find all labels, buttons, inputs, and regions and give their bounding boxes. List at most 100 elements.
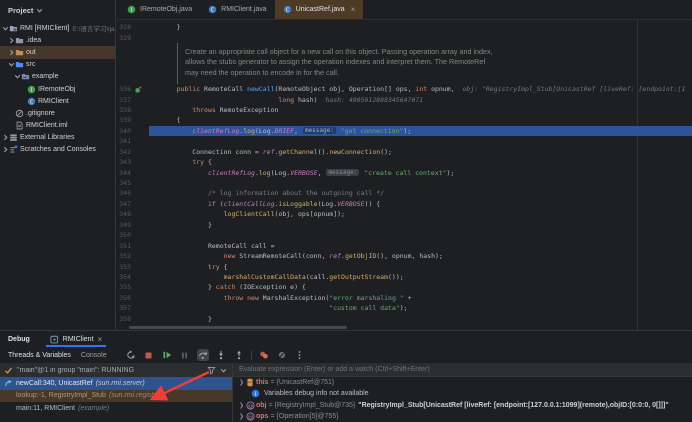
breakpoint-gutter[interactable] bbox=[131, 188, 149, 198]
line-number[interactable]: 348 bbox=[117, 210, 131, 218]
line-number[interactable]: 350 bbox=[117, 231, 131, 239]
line-number[interactable]: 357 bbox=[117, 304, 131, 312]
pause-button[interactable] bbox=[179, 349, 191, 361]
code-line-353[interactable]: 353 try { bbox=[117, 261, 692, 271]
chevron-right-icon[interactable] bbox=[8, 37, 15, 44]
line-number[interactable]: 338 bbox=[117, 106, 131, 114]
filter-icon[interactable] bbox=[207, 366, 216, 375]
variable-row-this[interactable]: ❯this={UnicastRef@751} bbox=[233, 377, 692, 388]
code-line-336[interactable]: 336 public RemoteCall newCall(RemoteObje… bbox=[117, 84, 692, 94]
breakpoint-gutter[interactable] bbox=[131, 303, 149, 313]
expand-chevron-icon[interactable]: ❯ bbox=[237, 379, 246, 386]
line-number[interactable]: 351 bbox=[117, 242, 131, 250]
line-number[interactable]: 345 bbox=[117, 179, 131, 187]
line-number[interactable]: 343 bbox=[117, 158, 131, 166]
chevron-right-icon[interactable] bbox=[2, 134, 9, 141]
code-line-340[interactable]: 340 clientRefLog.log(Log.BRIEF, message:… bbox=[117, 126, 692, 136]
code-line-341[interactable]: 341 bbox=[117, 136, 692, 146]
line-number[interactable]: 356 bbox=[117, 294, 131, 302]
code-line-358[interactable]: 358 } bbox=[117, 314, 692, 324]
breakpoint-gutter[interactable] bbox=[131, 115, 149, 125]
editor-tab-unicastref-java[interactable]: CUnicastRef.java× bbox=[275, 0, 364, 19]
line-number[interactable]: 341 bbox=[117, 137, 131, 145]
tree-item-rmiclient-iml[interactable]: RMIClient.iml bbox=[0, 120, 115, 132]
code-line-328[interactable]: 328 } bbox=[117, 22, 692, 32]
line-number[interactable]: 344 bbox=[117, 169, 131, 177]
code-line-355[interactable]: 355 } catch (IOException e) { bbox=[117, 282, 692, 292]
tree-item--gitignore[interactable]: .gitignore bbox=[0, 107, 115, 119]
line-number[interactable]: 352 bbox=[117, 252, 131, 260]
rerun-button[interactable] bbox=[125, 349, 137, 361]
debug-session-tab[interactable]: RMIClient × bbox=[44, 331, 108, 347]
frame-row-2[interactable]: main:11, RMIClient(example) bbox=[0, 402, 232, 415]
close-icon[interactable]: × bbox=[98, 335, 103, 344]
breakpoint-gutter[interactable] bbox=[131, 209, 149, 219]
code-line-344[interactable]: 344 clientRefLog.log(Log.VERBOSE, messag… bbox=[117, 167, 692, 177]
close-icon[interactable]: × bbox=[351, 5, 356, 14]
breakpoint-gutter[interactable] bbox=[131, 230, 149, 240]
code-line-347[interactable]: 347 if (clientCallLog.isLoggable(Log.VER… bbox=[117, 199, 692, 209]
breakpoint-gutter[interactable] bbox=[131, 251, 149, 261]
line-number[interactable]: 337 bbox=[117, 96, 131, 104]
breakpoint-gutter[interactable] bbox=[131, 282, 149, 292]
breakpoint-gutter[interactable] bbox=[131, 199, 149, 209]
line-number[interactable]: 347 bbox=[117, 200, 131, 208]
thread-status-row[interactable]: "main"@1 in group "main": RUNNING bbox=[0, 363, 232, 377]
line-number[interactable]: 342 bbox=[117, 148, 131, 156]
code-line-349[interactable]: 349 } bbox=[117, 220, 692, 230]
line-number[interactable]: 328 bbox=[117, 23, 131, 31]
line-number[interactable]: 339 bbox=[117, 116, 131, 124]
expand-chevron-icon[interactable]: ❯ bbox=[237, 413, 246, 420]
code-line-348[interactable]: 348 logClientCall(obj, ops[opnum]); bbox=[117, 209, 692, 219]
horizontal-scrollbar[interactable] bbox=[129, 326, 347, 329]
resume-button[interactable] bbox=[161, 349, 173, 361]
chevron-down-icon[interactable] bbox=[8, 61, 15, 68]
code-line-343[interactable]: 343 try { bbox=[117, 157, 692, 167]
override-gutter-icon[interactable] bbox=[131, 84, 149, 94]
bp-view-button[interactable] bbox=[258, 349, 270, 361]
breakpoint-gutter[interactable] bbox=[131, 105, 149, 115]
breakpoint-gutter[interactable] bbox=[131, 314, 149, 324]
tree-item-external-libraries[interactable]: External Libraries bbox=[0, 132, 115, 144]
breakpoint-gutter[interactable] bbox=[131, 136, 149, 146]
code-line-357[interactable]: 357 "custom call data"); bbox=[117, 303, 692, 313]
breakpoint-gutter[interactable] bbox=[131, 22, 149, 32]
line-number[interactable]: 349 bbox=[117, 221, 131, 229]
chevron-down-icon[interactable] bbox=[220, 367, 227, 374]
step-into-button[interactable] bbox=[215, 349, 227, 361]
breakpoint-gutter[interactable] bbox=[131, 126, 149, 136]
variables-info-row[interactable]: iVariables debug info not available bbox=[233, 388, 692, 399]
breakpoint-gutter[interactable] bbox=[131, 32, 149, 42]
project-panel-header[interactable]: Project bbox=[0, 0, 115, 20]
line-number[interactable]: 346 bbox=[117, 189, 131, 197]
frame-row-0[interactable]: newCall:340, UnicastRef(sun.rmi.server) bbox=[0, 377, 232, 390]
line-number[interactable]: 329 bbox=[117, 34, 131, 42]
tree-item-scratches-and-consoles[interactable]: Scratches and Consoles bbox=[0, 144, 115, 156]
chevron-right-icon[interactable] bbox=[2, 146, 9, 153]
variable-row-obj[interactable]: ❯@obj={RegistryImpl_Stub@735}"RegistryIm… bbox=[233, 400, 692, 411]
code-line-351[interactable]: 351 RemoteCall call = bbox=[117, 240, 692, 250]
breakpoint-gutter[interactable] bbox=[131, 240, 149, 250]
breakpoint-gutter[interactable] bbox=[131, 94, 149, 104]
stop-button[interactable] bbox=[143, 349, 155, 361]
tree-item-rmi-rmiclient-[interactable]: RMI [RMIClient]E:\语言学习\ija bbox=[0, 22, 115, 34]
code-line-339[interactable]: 339 { bbox=[117, 115, 692, 125]
breakpoint-gutter[interactable] bbox=[131, 261, 149, 271]
kebab-button[interactable] bbox=[294, 349, 306, 361]
code-editor[interactable]: 328 }329Create an appropriate call objec… bbox=[117, 20, 692, 330]
code-line-354[interactable]: 354 marshalCustomCallData(call.getOutput… bbox=[117, 272, 692, 282]
code-line-350[interactable]: 350 bbox=[117, 230, 692, 240]
tree-item-rmiclient[interactable]: CRMIClient bbox=[0, 95, 115, 107]
code-line-329[interactable]: 329 bbox=[117, 32, 692, 42]
chevron-down-icon[interactable] bbox=[14, 73, 21, 80]
bp-mute-button[interactable] bbox=[276, 349, 288, 361]
chevron-right-icon[interactable] bbox=[8, 49, 15, 56]
line-number[interactable]: 336 bbox=[117, 85, 131, 93]
expand-chevron-icon[interactable]: ❯ bbox=[237, 402, 246, 409]
variable-row-ops[interactable]: ❯@ops={Operation[5]@755} bbox=[233, 411, 692, 422]
line-number[interactable]: 358 bbox=[117, 315, 131, 323]
breakpoint-gutter[interactable] bbox=[131, 293, 149, 303]
tree-item-example[interactable]: example bbox=[0, 71, 115, 83]
code-line-337[interactable]: 337 long hash) hash: 4905912898345647071 bbox=[117, 94, 692, 104]
tree-item--idea[interactable]: .idea bbox=[0, 34, 115, 46]
